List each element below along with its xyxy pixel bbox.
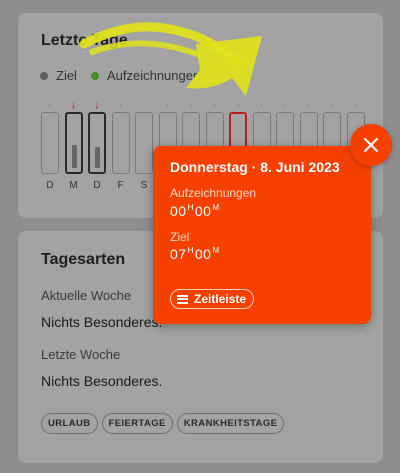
popover-date: Donnerstag · 8. Juni 2023 [170, 159, 340, 175]
timeline-button-label: Zeitleiste [194, 292, 247, 306]
recordings-value: 00H00M [170, 203, 220, 219]
timeline-button[interactable]: Zeitleiste [170, 289, 255, 309]
recordings-label: Aufzeichnungen [170, 186, 257, 200]
close-button[interactable] [350, 124, 392, 166]
close-icon [364, 138, 378, 152]
list-icon [177, 294, 188, 304]
day-details-popover: Donnerstag · 8. Juni 2023 Aufzeichnungen… [153, 146, 371, 324]
goal-value: 07H00M [170, 246, 220, 262]
goal-label: Ziel [170, 230, 190, 244]
